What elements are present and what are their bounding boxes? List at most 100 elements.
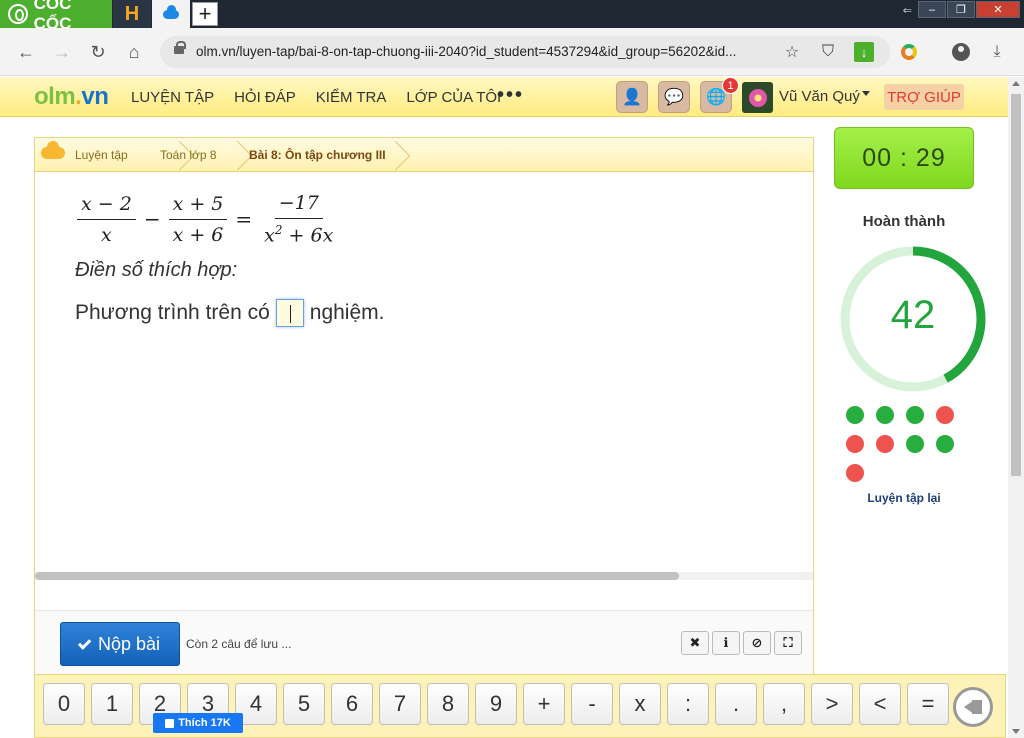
logo-olm: olm [34, 83, 76, 110]
completion-label: Hoàn thành [862, 213, 946, 230]
horizontal-scrollbar[interactable] [35, 572, 813, 580]
fraction-1: x − 2 x [77, 193, 136, 246]
more-menu-icon[interactable]: ••• [497, 84, 524, 107]
like-label: Thích 17K [178, 717, 231, 729]
h-scroll-thumb[interactable] [35, 572, 679, 580]
breadcrumb-toan-lop-8[interactable]: Toán lớp 8 [160, 148, 217, 162]
result-dot-wrong[interactable] [846, 435, 864, 453]
close-button[interactable]: ✕ [976, 1, 1020, 18]
chevron-down-icon[interactable] [862, 91, 870, 96]
download-green-icon[interactable]: ↓ [854, 42, 874, 62]
lock-icon [174, 41, 186, 54]
main-nav: LUYỆN TẬP HỎI ĐÁP KIỂM TRA LỚP CỦA TÔI [131, 89, 501, 106]
fraction-2-numerator: x + 5 [168, 193, 228, 220]
back-arrow-icon[interactable]: ⇐ [903, 4, 912, 17]
chat-icon[interactable]: 💬 [658, 81, 690, 113]
key-15[interactable]: , [763, 683, 805, 725]
den-base: x [264, 224, 275, 247]
forward-icon[interactable]: → [50, 40, 74, 64]
facebook-like-button[interactable]: Thích 17K [153, 713, 243, 733]
scroll-up-icon[interactable] [1012, 81, 1020, 86]
key-14[interactable]: . [715, 683, 757, 725]
url-text: olm.vn/luyen-tap/bai-8-on-tap-chuong-iii… [196, 44, 737, 59]
avatar[interactable] [742, 82, 773, 113]
result-dot-wrong[interactable] [876, 435, 894, 453]
star-icon[interactable]: ☆ [782, 42, 802, 62]
profile-icon[interactable] [950, 41, 972, 63]
fraction-3-numerator: −17 [274, 192, 323, 219]
key-13[interactable]: : [667, 683, 709, 725]
add-friend-icon[interactable]: 👤 [616, 81, 648, 113]
key-7[interactable]: 7 [379, 683, 421, 725]
backspace-icon[interactable] [953, 687, 993, 727]
minimize-button[interactable]: – [918, 1, 946, 18]
submit-button[interactable]: Nộp bài [60, 622, 180, 666]
nav-hoi-dap[interactable]: HỎI ĐÁP [234, 89, 296, 106]
key-5[interactable]: 5 [283, 683, 325, 725]
thumbs-up-icon [165, 718, 175, 728]
key-9[interactable]: 9 [475, 683, 517, 725]
tab-hoc24[interactable]: H [113, 0, 151, 28]
key-11[interactable]: - [571, 683, 613, 725]
nav-luyen-tap[interactable]: LUYỆN TẬP [131, 89, 214, 106]
reload-icon[interactable]: ↻ [86, 40, 110, 64]
help-button[interactable]: TRỢ GIÚP [884, 84, 964, 110]
key-10[interactable]: + [523, 683, 565, 725]
key-12[interactable]: x [619, 683, 661, 725]
answer-line: Phương trình trên có nghiệm. [75, 299, 384, 327]
fraction-1-denominator: x [101, 223, 112, 246]
instruction-text: Điền số thích hợp: [75, 259, 238, 281]
question-footer: Nộp bài Còn 2 câu để lưu ... ✖ ℹ ⊘ ⛶ [35, 610, 813, 676]
info-icon[interactable]: ℹ [712, 631, 740, 655]
key-17[interactable]: < [859, 683, 901, 725]
page-scrollbar[interactable] [1008, 77, 1024, 738]
key-8[interactable]: 8 [427, 683, 469, 725]
maximize-button[interactable]: ❐ [947, 1, 975, 18]
tab-olm-active[interactable] [152, 0, 190, 28]
scroll-thumb[interactable] [1011, 94, 1021, 476]
check-icon [77, 635, 92, 650]
key-1[interactable]: 1 [91, 683, 133, 725]
answer-suffix: nghiệm. [309, 301, 385, 324]
scroll-down-icon[interactable] [1012, 729, 1020, 734]
result-dot-correct[interactable] [906, 435, 924, 453]
result-dot-wrong[interactable] [846, 464, 864, 482]
close-tool-icon[interactable]: ✖ [681, 631, 709, 655]
key-18[interactable]: = [907, 683, 949, 725]
breadcrumb-luyen-tap[interactable]: Luyện tập [75, 148, 128, 162]
fraction-2-denominator: x + 6 [172, 223, 224, 246]
shield-icon[interactable]: ⛉ [818, 42, 838, 62]
key-0[interactable]: 0 [43, 683, 85, 725]
fullscreen-icon[interactable]: ⛶ [774, 631, 802, 655]
nav-kiem-tra[interactable]: KIỂM TRA [316, 89, 387, 106]
coccoc-brand-tab[interactable]: CỐC CỐC [0, 0, 112, 33]
breadcrumb-separator [387, 138, 401, 172]
new-tab-button[interactable]: + [192, 2, 218, 26]
nav-lop-cua-toi[interactable]: LỚP CỦA TÔI [406, 89, 501, 106]
answer-input[interactable] [275, 299, 304, 327]
olm-logo[interactable]: olm.vn [34, 83, 109, 111]
den-exponent: 2 [274, 223, 283, 237]
key-16[interactable]: > [811, 683, 853, 725]
result-dot-wrong[interactable] [936, 406, 954, 424]
result-dot-correct[interactable] [906, 406, 924, 424]
breadcrumb-separator [229, 138, 243, 172]
countdown-timer: 00 : 29 [834, 127, 974, 189]
block-icon[interactable]: ⊘ [743, 631, 771, 655]
user-name[interactable]: Vũ Văn Quý [779, 88, 860, 105]
result-dot-correct[interactable] [846, 406, 864, 424]
url-field[interactable]: olm.vn/luyen-tap/bai-8-on-tap-chuong-iii… [160, 36, 890, 68]
breadcrumb: Luyện tập Toán lớp 8 Bài 8: Ôn tập chươn… [35, 138, 813, 172]
browser-tabbar: CỐC CỐC H + ⇐ – ❐ ✕ [0, 0, 1024, 33]
retry-link[interactable]: Luyện tập lại [834, 491, 974, 505]
fraction-1-numerator: x − 2 [77, 193, 136, 220]
download-icon[interactable]: ⤓ [986, 41, 1008, 63]
key-6[interactable]: 6 [331, 683, 373, 725]
chrome-extension-icon[interactable] [898, 41, 920, 63]
result-dot-correct[interactable] [876, 406, 894, 424]
site-header: olm.vn LUYỆN TẬP HỎI ĐÁP KIỂM TRA LỚP CỦ… [0, 77, 1008, 117]
result-dot-correct[interactable] [936, 435, 954, 453]
home-icon[interactable]: ⌂ [122, 40, 146, 64]
cloud-icon [41, 141, 65, 159]
back-icon[interactable]: ← [14, 40, 38, 64]
